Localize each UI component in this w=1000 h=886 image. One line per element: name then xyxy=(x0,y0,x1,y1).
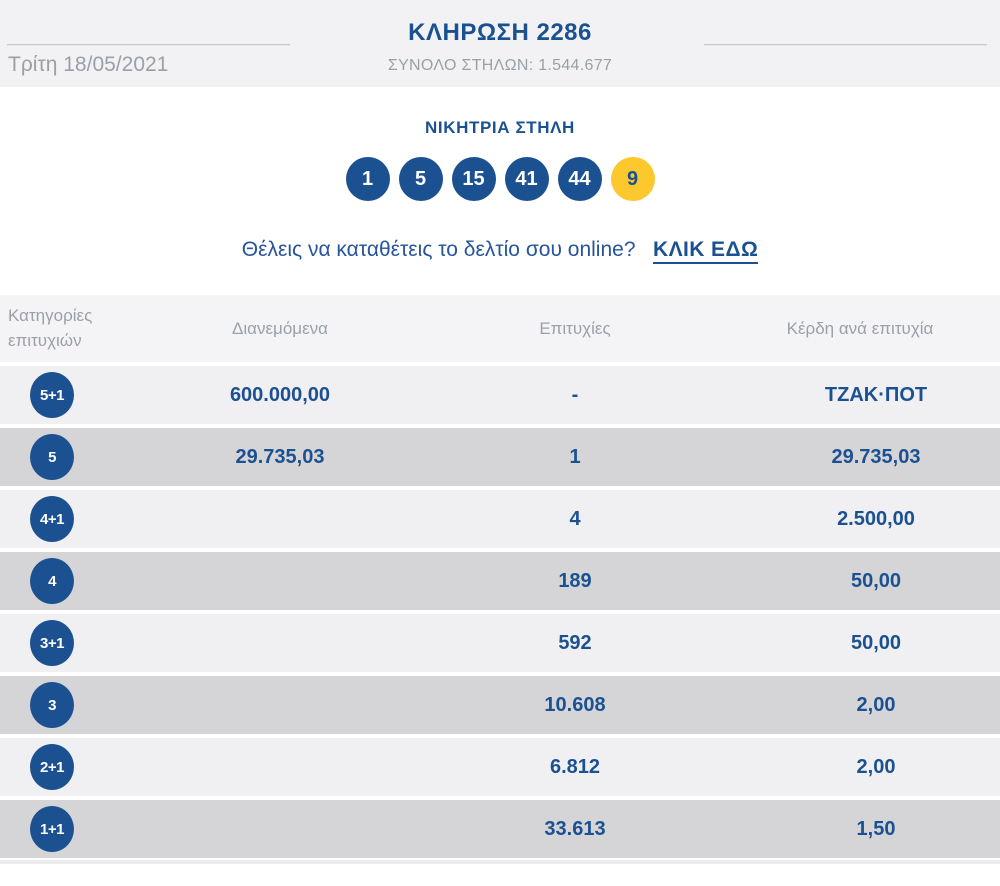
winners-cell: 189 xyxy=(558,569,592,592)
category-cell: 1+1 xyxy=(0,806,104,852)
prize-cell: 29.735,03 xyxy=(831,445,921,468)
category-badge: 5 xyxy=(30,434,74,480)
winning-number-ball: 1 xyxy=(345,157,390,201)
col-header-distributed: Διανεμόμενα xyxy=(232,318,328,338)
winners-cell: 1 xyxy=(569,445,581,468)
table-row: 5+1 600.000,00 - ΤΖΑΚ·ΠΟΤ xyxy=(0,362,1000,424)
table-row: 5 29.735,03 1 29.735,03 xyxy=(0,424,1000,486)
category-cell: 4+1 xyxy=(0,496,104,542)
winning-number-ball: 5 xyxy=(398,157,443,201)
winning-number-ball: 15 xyxy=(451,157,496,201)
col-header-prize: Κέρδη ανά επιτυχία xyxy=(786,318,934,338)
distributed-cell: 29.735,03 xyxy=(235,445,325,468)
draw-date: Τρίτη 18/05/2021 xyxy=(8,53,169,76)
prize-cell: 2.500,00 xyxy=(837,507,915,530)
category-badge: 2+1 xyxy=(30,744,74,790)
draw-header: ΚΛΗΡΩΣΗ 2286 ΣΥΝΟΛΟ ΣΤΗΛΩΝ: 1.544.677 Τρ… xyxy=(0,0,1000,87)
cta-question: Θέλεις να καταθέτεις το δελτίο σου onlin… xyxy=(241,238,636,261)
table-row: 4+1 4 2.500,00 xyxy=(0,486,1000,548)
prize-cell: 50,00 xyxy=(850,631,902,654)
results-table-header: Κατηγορίες επιτυχιών Διανεμόμενα Επιτυχί… xyxy=(0,295,1000,362)
winning-numbers: 1 5 15 41 44 9 xyxy=(0,157,1000,201)
joker-number-ball: 9 xyxy=(610,157,655,201)
winners-cell: 4 xyxy=(569,507,581,530)
category-badge: 4+1 xyxy=(30,496,74,542)
cta-line: Θέλεις να καταθέτεις το δελτίο σου onlin… xyxy=(0,238,1000,264)
category-badge: 3+1 xyxy=(30,620,74,666)
prize-cell: 1,50 xyxy=(856,817,896,840)
col-header-winners: Επιτυχίες xyxy=(539,318,611,338)
table-row: 4 189 50,00 xyxy=(0,548,1000,610)
category-badge: 5+1 xyxy=(30,372,74,418)
winners-cell: 592 xyxy=(558,631,592,654)
category-cell: 5+1 xyxy=(0,372,104,418)
category-cell: 4 xyxy=(0,558,104,604)
prize-cell: 50,00 xyxy=(850,569,902,592)
category-badge: 1+1 xyxy=(30,806,74,852)
prize-cell: 2,00 xyxy=(856,755,896,778)
table-row: 3 10.608 2,00 xyxy=(0,672,1000,734)
draw-title: ΚΛΗΡΩΣΗ 2286 xyxy=(408,19,592,46)
table-row: 1+1 33.613 1,50 xyxy=(0,796,1000,858)
table-footer-strip xyxy=(0,858,1000,864)
distributed-cell: 600.000,00 xyxy=(229,383,331,406)
winners-cell: 33.613 xyxy=(544,817,606,840)
winning-number-ball: 41 xyxy=(504,157,549,201)
category-cell: 2+1 xyxy=(0,744,104,790)
results-rows: 5+1 600.000,00 - ΤΖΑΚ·ΠΟΤ 5 29.735,03 1 29.735,… xyxy=(0,362,1000,858)
col-header-category: Κατηγορίες επιτυχιών xyxy=(8,305,93,350)
category-badge: 3 xyxy=(30,682,74,728)
results-table: Κατηγορίες επιτυχιών Διανεμόμενα Επιτυχί… xyxy=(0,295,1000,864)
table-row: 2+1 6.812 2,00 xyxy=(0,734,1000,796)
category-cell: 3 xyxy=(0,682,104,728)
click-here-link[interactable]: ΚΛΙΚ ΕΔΩ xyxy=(653,238,759,264)
prize-cell: ΤΖΑΚ·ΠΟΤ xyxy=(824,383,928,406)
winning-column-heading: ΝΙΚΗΤΡΙΑ ΣΤΗΛΗ xyxy=(425,118,575,137)
winning-number-ball: 44 xyxy=(557,157,602,201)
category-cell: 5 xyxy=(0,434,104,480)
page: ΚΛΗΡΩΣΗ 2286 ΣΥΝΟΛΟ ΣΤΗΛΩΝ: 1.544.677 Τρ… xyxy=(0,0,1000,886)
category-cell: 3+1 xyxy=(0,620,104,666)
winners-cell: 6.812 xyxy=(549,755,601,778)
category-badge: 4 xyxy=(30,558,74,604)
winners-cell: - xyxy=(571,383,579,406)
prize-cell: 2,00 xyxy=(856,693,896,716)
table-row: 3+1 592 50,00 xyxy=(0,610,1000,672)
winners-cell: 10.608 xyxy=(544,693,606,716)
